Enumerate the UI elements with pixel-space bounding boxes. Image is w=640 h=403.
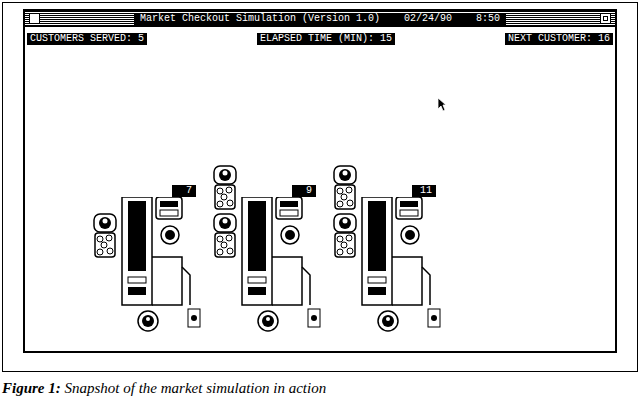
status-bar: CUSTOMERS SERVED: 5 ELAPSED TIME (MIN): 1… [25, 33, 615, 45]
queue [210, 165, 240, 337]
cursor-arrow-icon [437, 97, 447, 112]
queue [330, 165, 360, 337]
customer-icon [211, 165, 239, 211]
checkout-counter-icon [240, 197, 330, 337]
checkout-lane: 7 [120, 185, 210, 337]
status-label: ELAPSED TIME (MIN): 15 [257, 33, 395, 45]
queue [90, 213, 120, 337]
checkout-counter-icon [360, 197, 450, 337]
figure-frame: Market Checkout Simulation (Version 1.0)… [2, 2, 638, 372]
counter-badge: 9 [292, 185, 316, 197]
customer-icon [91, 213, 119, 259]
lane: 11 [330, 165, 450, 337]
checkout-lane: 11 [360, 185, 450, 337]
status-label: NEXT CUSTOMER: 16 [505, 33, 613, 45]
zoom-box[interactable] [600, 13, 611, 24]
counter-badge: 11 [412, 185, 436, 197]
simulation-canvas: 7 9 11 [25, 45, 615, 351]
close-box[interactable] [29, 13, 40, 24]
lane: 7 [90, 185, 210, 337]
window-title: Market Checkout Simulation (Version 1.0)… [134, 13, 506, 25]
title-bar: Market Checkout Simulation (Version 1.0)… [25, 11, 615, 27]
page: Market Checkout Simulation (Version 1.0)… [0, 0, 640, 403]
caption: Figure 1: Snapshot of the market simulat… [2, 378, 640, 398]
counter-badge: 7 [172, 185, 196, 197]
customer-icon [331, 165, 359, 211]
status-label: CUSTOMERS SERVED: 5 [27, 33, 147, 45]
customer-icon [211, 213, 239, 259]
checkout-lane: 9 [240, 185, 330, 337]
customer-icon [331, 213, 359, 259]
window: Market Checkout Simulation (Version 1.0)… [23, 9, 617, 353]
checkout-counter-icon [120, 197, 210, 337]
lane: 9 [210, 165, 330, 337]
